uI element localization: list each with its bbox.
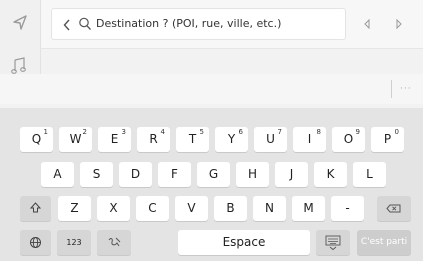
backspace-icon <box>377 196 411 221</box>
key-w[interactable]: W2 <box>59 127 92 152</box>
key-v[interactable]: V <box>175 196 208 221</box>
key-number-hint: 4 <box>160 128 165 136</box>
key-l[interactable]: L <box>353 162 386 187</box>
key-g[interactable]: G <box>197 162 230 187</box>
key-o[interactable]: O9 <box>332 127 365 152</box>
key-number-hint: 6 <box>238 128 243 136</box>
candidate-bar <box>0 74 423 104</box>
key-number-hint: 1 <box>43 128 48 136</box>
key-label: Q <box>31 132 42 146</box>
key-number-hint: 0 <box>394 128 399 136</box>
key-n[interactable]: N <box>253 196 286 221</box>
triangle-left-icon[interactable] <box>362 16 372 30</box>
key-s[interactable]: S <box>80 162 113 187</box>
backspace-key[interactable] <box>377 196 411 221</box>
key-t[interactable]: T5 <box>176 127 209 152</box>
key-number-hint: 3 <box>121 128 126 136</box>
key-e[interactable]: E3 <box>98 127 131 152</box>
divider <box>40 48 423 49</box>
key-label: P <box>383 132 392 146</box>
candidate-separator <box>391 80 392 98</box>
key-m[interactable]: M <box>292 196 325 221</box>
key-j[interactable]: J <box>275 162 308 187</box>
handwriting-icon <box>97 230 131 255</box>
key-label: O <box>343 132 354 146</box>
key-k[interactable]: K <box>314 162 347 187</box>
key-p[interactable]: P0 <box>371 127 404 152</box>
key-label: W <box>69 132 82 146</box>
key-hyphen[interactable]: - <box>331 196 364 221</box>
key-a[interactable]: A <box>41 162 74 187</box>
key-label: R <box>149 132 158 146</box>
key-x[interactable]: X <box>97 196 130 221</box>
key-b[interactable]: B <box>214 196 247 221</box>
key-number-hint: 5 <box>199 128 204 136</box>
numbers-key[interactable]: 123 <box>57 230 91 255</box>
key-number-hint: 7 <box>277 128 282 136</box>
key-label: Y <box>227 132 236 146</box>
search-icon <box>78 16 92 32</box>
destination-search-input[interactable]: Destination ? (POI, rue, ville, etc.) <box>52 9 345 39</box>
key-f[interactable]: F <box>158 162 191 187</box>
navigation-arrow-icon[interactable] <box>10 13 30 33</box>
key-y[interactable]: Y6 <box>215 127 248 152</box>
globe-icon <box>20 230 51 255</box>
navigation-screen: Destination ? (POI, rue, ville, etc.) ··… <box>0 0 423 261</box>
shift-key[interactable] <box>20 196 51 221</box>
go-button[interactable]: C'est parti <box>357 230 411 255</box>
key-number-hint: 8 <box>316 128 321 136</box>
key-u[interactable]: U7 <box>254 127 287 152</box>
triangle-right-icon[interactable] <box>394 16 404 30</box>
key-number-hint: 9 <box>355 128 360 136</box>
more-dots-icon[interactable]: ··· <box>400 80 412 98</box>
chevron-left-icon[interactable] <box>62 17 72 31</box>
handwriting-key[interactable] <box>97 230 131 255</box>
key-z[interactable]: Z <box>58 196 91 221</box>
key-label: I <box>307 132 312 146</box>
key-number-hint: 2 <box>82 128 87 136</box>
key-r[interactable]: R4 <box>137 127 170 152</box>
globe-key[interactable] <box>20 230 51 255</box>
onscreen-keyboard: Q1W2E3R4T5Y6U7I8O9P0 ASDFGHJKL ZXCVBNM- <box>0 108 423 261</box>
key-d[interactable]: D <box>119 162 152 187</box>
keyboard-hide-icon <box>316 230 350 255</box>
music-note-icon[interactable] <box>11 57 27 75</box>
search-placeholder-text: Destination ? (POI, rue, ville, etc.) <box>96 17 282 30</box>
shift-icon <box>20 196 51 221</box>
key-label: T <box>188 132 197 146</box>
key-c[interactable]: C <box>136 196 169 221</box>
space-key[interactable]: Espace <box>178 230 310 255</box>
key-h[interactable]: H <box>236 162 269 187</box>
key-label: E <box>110 132 119 146</box>
key-label: U <box>266 132 275 146</box>
key-i[interactable]: I8 <box>293 127 326 152</box>
keyboard-hide-key[interactable] <box>316 230 350 255</box>
key-q[interactable]: Q1 <box>20 127 53 152</box>
